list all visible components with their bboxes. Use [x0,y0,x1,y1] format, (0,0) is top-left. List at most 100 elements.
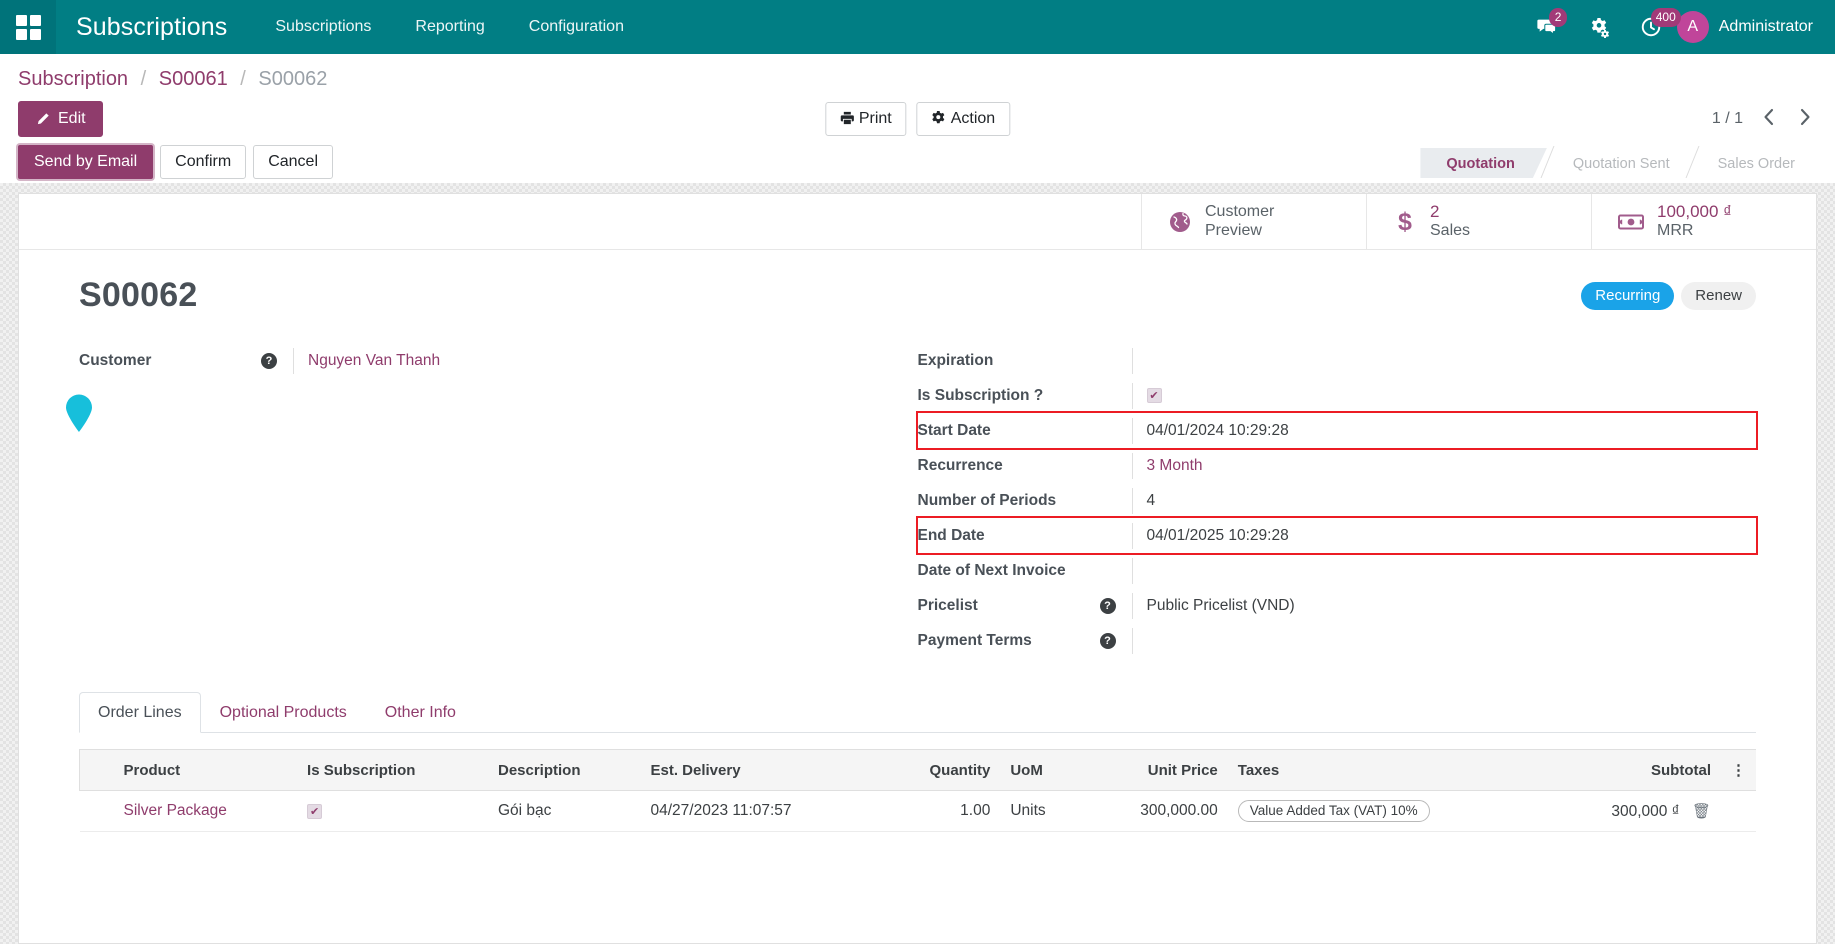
money-bill-icon [1618,212,1644,232]
stat-button-mrr-text: 100,000 ₫ MRR [1657,202,1732,241]
field-number-of-periods-value[interactable]: 4 [1132,488,1757,514]
status-step-sales-order[interactable]: Sales Order [1692,148,1817,178]
pager-counter[interactable]: 1 / 1 [1712,110,1743,128]
statusbar-row: Send by Email Confirm Cancel Quotation Q… [18,145,1817,183]
field-end-date: End Date 04/01/2025 10:29:28 [918,518,1757,553]
field-start-date-label: Start Date [918,422,1100,440]
cell-taxes[interactable]: Value Added Tax (VAT) 10% [1228,791,1543,832]
form-column-left: Customer ? Nguyen Van Thanh [79,343,918,658]
field-pricelist-label: Pricelist [918,597,1100,615]
breadcrumb-item-root[interactable]: Subscription [18,68,128,90]
cell-uom[interactable]: Units [1000,791,1082,832]
activities-count-badge: 400 [1651,8,1681,27]
tax-tag[interactable]: Value Added Tax (VAT) 10% [1238,800,1430,822]
product-link[interactable]: Silver Package [124,802,227,819]
field-customer-value[interactable]: Nguyen Van Thanh [293,348,918,374]
status-pipeline: Quotation Quotation Sent Sales Order [1420,146,1817,178]
column-unit-price[interactable]: Unit Price [1083,750,1228,791]
recurrence-link[interactable]: 3 Month [1147,457,1203,475]
column-subtotal[interactable]: Subtotal [1543,750,1721,791]
form-sheet: Customer Preview $ 2 Sales [18,193,1817,944]
badge-recurring[interactable]: Recurring [1581,282,1674,310]
stat-button-customer-preview[interactable]: Customer Preview [1141,194,1366,249]
action-button-label: Action [951,110,995,127]
breadcrumb-separator-2: / [240,68,246,90]
cell-product[interactable]: Silver Package [114,791,298,832]
user-avatar[interactable]: A [1677,11,1709,43]
breadcrumb-item-current: S00062 [258,68,327,90]
status-step-quotation-sent[interactable]: Quotation Sent [1547,148,1692,178]
settings-button[interactable] [1573,0,1625,54]
tab-order-lines[interactable]: Order Lines [79,692,201,733]
top-navbar: Subscriptions Subscriptions Reporting Co… [0,0,1835,54]
print-button[interactable]: Print [825,102,907,136]
column-quantity[interactable]: Quantity [880,750,1000,791]
stat-label-line1: Customer [1205,203,1274,222]
user-menu-label[interactable]: Administrator [1719,18,1813,36]
edit-button[interactable]: Edit [18,101,103,137]
customer-link[interactable]: Nguyen Van Thanh [308,352,440,370]
tab-other-info[interactable]: Other Info [366,692,475,733]
activities-button[interactable]: 400 [1625,0,1677,54]
is-subscription-checkbox[interactable]: ✔ [1147,388,1162,403]
pager-next-button[interactable] [1794,108,1817,130]
control-panel: Subscription / S00061 / S00062 Edit Prin… [0,54,1835,183]
column-description[interactable]: Description [488,750,641,791]
field-recurrence-value[interactable]: 3 Month [1132,453,1757,479]
field-start-date: Start Date 04/01/2024 10:29:28 [918,413,1757,448]
table-row[interactable]: Silver Package ✔ Gói bạc 04/27/2023 11:0… [80,791,1757,832]
pager-previous-button[interactable] [1757,108,1780,130]
field-expiration-value[interactable] [1132,348,1757,374]
print-button-label: Print [859,110,892,127]
messages-button[interactable]: 2 [1521,0,1573,54]
status-step-quotation[interactable]: Quotation [1420,148,1546,178]
field-start-date-value[interactable]: 04/01/2024 10:29:28 [1132,418,1757,444]
badge-renew[interactable]: Renew [1681,282,1756,310]
field-is-subscription-value: ✔ [1132,383,1757,409]
confirm-button[interactable]: Confirm [160,145,246,179]
cell-quantity[interactable]: 1.00 [880,791,1000,832]
form-columns: Customer ? Nguyen Van Thanh Expiration [79,343,1756,658]
app-brand-title[interactable]: Subscriptions [56,13,253,42]
field-pricelist-value[interactable]: Public Pricelist (VND) [1132,593,1757,619]
menu-item-reporting[interactable]: Reporting [393,0,506,54]
navbar-systray: 2 400 A Administrator [1521,0,1835,54]
help-icon[interactable]: ? [1100,598,1116,614]
cell-est-delivery[interactable]: 04/27/2023 11:07:57 [640,791,880,832]
column-taxes[interactable]: Taxes [1228,750,1543,791]
gear-settings-icon [1588,16,1610,38]
field-expiration: Expiration [918,343,1757,378]
chevron-left-icon [1762,108,1775,126]
stat-button-sales[interactable]: $ 2 Sales [1366,194,1591,249]
cell-description[interactable]: Gói bạc [488,791,641,832]
stat-button-mrr[interactable]: 100,000 ₫ MRR [1591,194,1816,249]
svg-text:$: $ [1398,209,1412,235]
field-date-of-next-invoice-label: Date of Next Invoice [918,562,1100,580]
record-action-buttons: Send by Email Confirm Cancel [18,145,333,179]
row-handle[interactable] [80,791,114,832]
field-payment-terms-value[interactable] [1132,628,1757,654]
help-icon[interactable]: ? [1100,633,1116,649]
dollar-icon: $ [1393,209,1417,235]
field-customer-label: Customer [79,352,261,370]
help-icon[interactable]: ? [261,353,277,369]
column-options-icon[interactable]: ⋮ [1721,750,1756,791]
cancel-button[interactable]: Cancel [253,145,333,179]
trash-icon[interactable]: 🗑 [1692,803,1711,820]
table-header-row: Product Is Subscription Description Est.… [80,750,1757,791]
action-button[interactable]: Action [917,102,1010,136]
cell-unit-price[interactable]: 300,000.00 [1083,791,1228,832]
menu-item-subscriptions[interactable]: Subscriptions [253,0,393,54]
row-is-subscription-checkbox[interactable]: ✔ [307,804,322,819]
field-end-date-value[interactable]: 04/01/2025 10:29:28 [1132,523,1757,549]
column-est-delivery[interactable]: Est. Delivery [640,750,880,791]
menu-item-configuration[interactable]: Configuration [507,0,646,54]
send-by-email-button[interactable]: Send by Email [18,145,153,179]
apps-menu-button[interactable] [0,0,56,54]
column-uom[interactable]: UoM [1000,750,1082,791]
column-product[interactable]: Product [114,750,298,791]
field-date-of-next-invoice-value[interactable] [1132,558,1757,584]
breadcrumb-item-parent[interactable]: S00061 [159,68,228,90]
tab-optional-products[interactable]: Optional Products [201,692,366,733]
column-is-subscription[interactable]: Is Subscription [297,750,488,791]
